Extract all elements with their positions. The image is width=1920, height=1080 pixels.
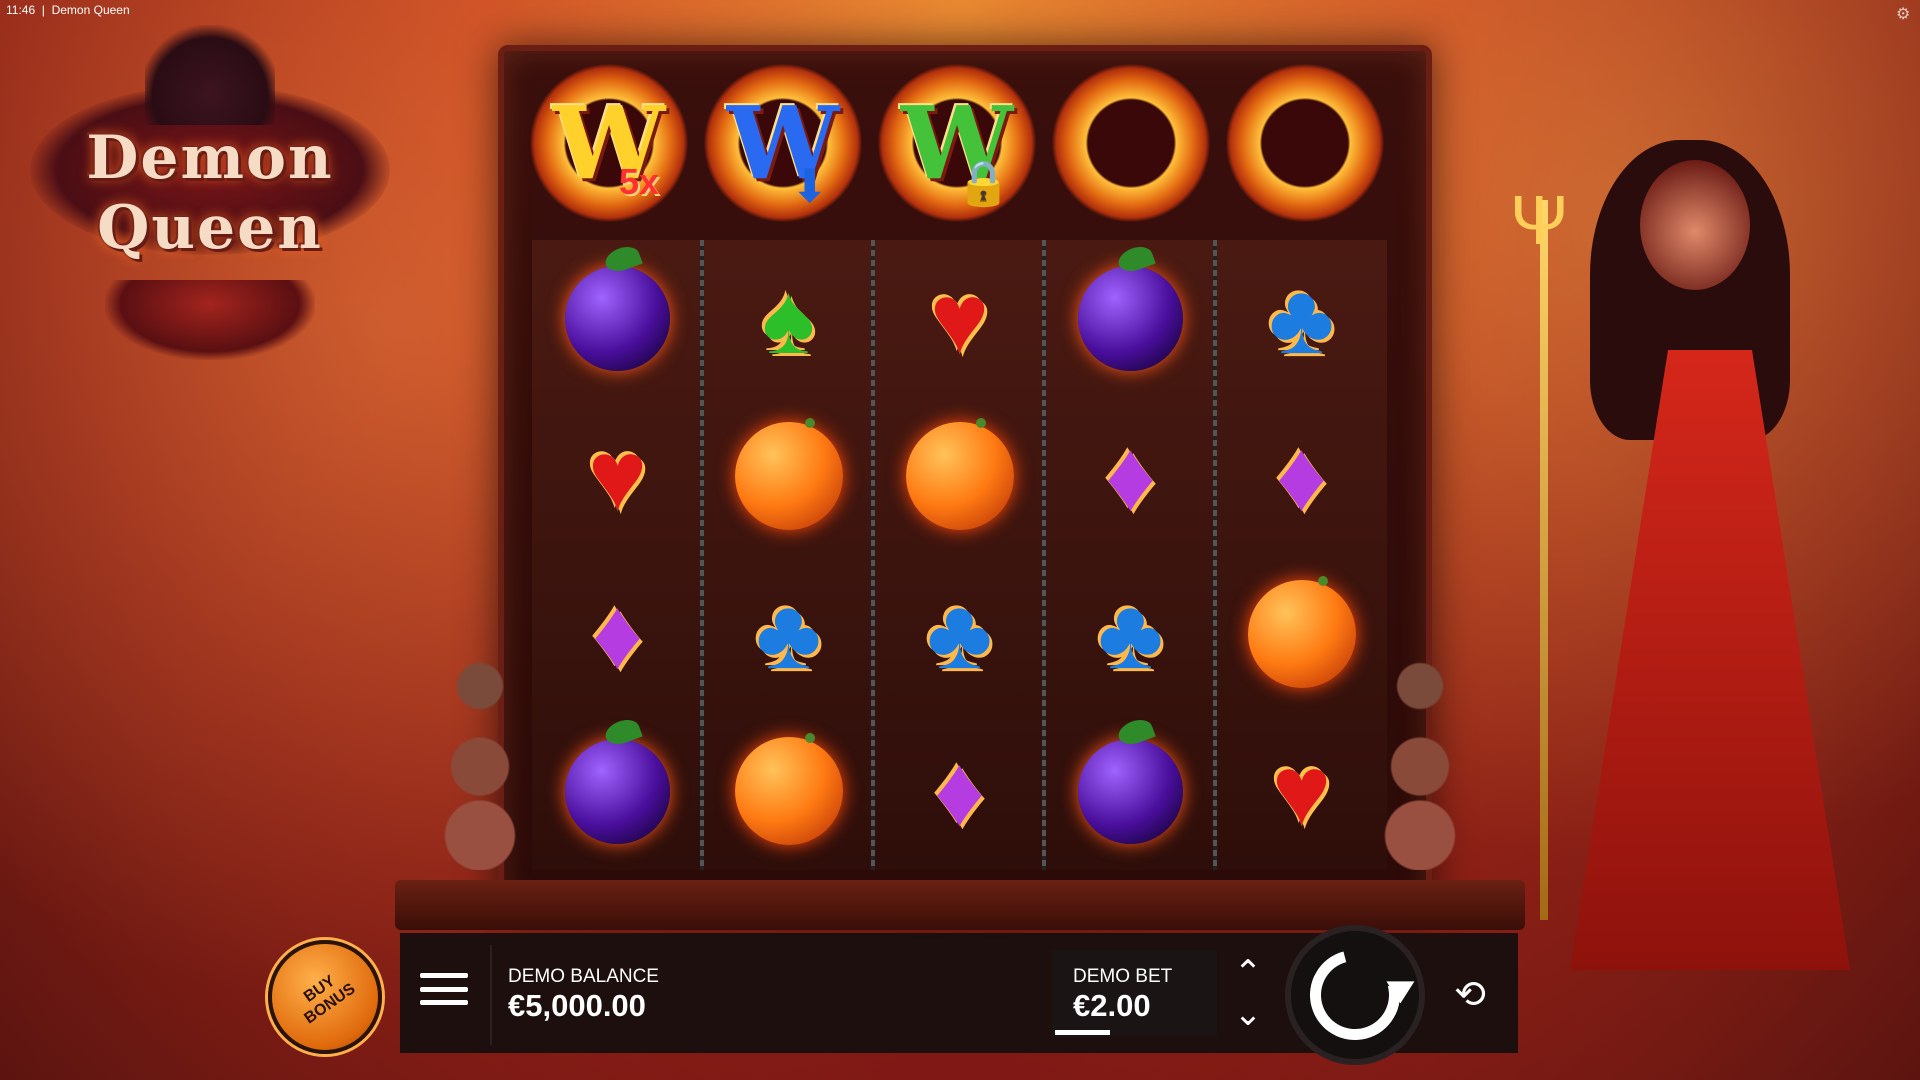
diamond-icon: ♦ [591, 577, 644, 690]
balance-label: DEMO BALANCE [508, 966, 659, 987]
plum-icon [1078, 266, 1183, 372]
orange-icon [905, 418, 1014, 531]
heart-icon: ♥ [587, 420, 648, 533]
queen-dress [1570, 350, 1850, 970]
orange-icon [734, 733, 843, 846]
chevron-down-icon[interactable]: ⌄ [1228, 996, 1268, 1032]
logo-demon-head [145, 25, 275, 125]
reel-cell: ♣ [1045, 555, 1216, 713]
reel-cell [1045, 713, 1216, 871]
skull-pile-right [1370, 640, 1470, 870]
wild-slot [1044, 55, 1218, 230]
bet-label: DEMO BET [1073, 966, 1173, 987]
heart-icon: ♥ [1271, 735, 1332, 848]
reel-chain-divider [1042, 240, 1046, 870]
plum-icon [565, 738, 670, 844]
logo-text-line2: Queen [97, 193, 323, 263]
wild-slot: W ⬇ [696, 55, 870, 230]
status-time: 11:46 [6, 3, 36, 17]
bet-value: €2.00 [1073, 988, 1151, 1023]
reel-cell [1216, 555, 1387, 713]
spin-arrow-icon [1293, 933, 1417, 1057]
club-icon: ♣ [1097, 577, 1164, 690]
wild-slot [1218, 55, 1392, 230]
trident-icon: Ψ [1510, 181, 1569, 259]
reel-cell: ♠ [703, 240, 874, 398]
reel-cell [532, 713, 703, 871]
wild-slot: W 🔒 [870, 55, 1044, 230]
reel-cell [703, 713, 874, 871]
bet-indicator [1055, 1030, 1110, 1035]
reel-cell: ♦ [1045, 398, 1216, 556]
diamond-icon: ♦ [933, 735, 986, 848]
reel-cell [703, 398, 874, 556]
status-title: Demon Queen [51, 3, 130, 17]
reel-cell [874, 398, 1045, 556]
reel-chain-divider [1213, 240, 1217, 870]
reel-cell: ♣ [874, 555, 1045, 713]
reel-cell: ♣ [1216, 240, 1387, 398]
control-divider [490, 945, 492, 1045]
buy-bonus-button[interactable]: BUY BONUS [268, 940, 382, 1054]
fire-ring-icon [1225, 62, 1385, 223]
reel-cell: ♦ [1216, 398, 1387, 556]
reel-cell [532, 240, 703, 398]
plum-icon [1078, 738, 1183, 844]
heart-icon: ♥ [929, 262, 990, 375]
hamburger-menu-icon[interactable] [420, 965, 468, 1013]
reel-cell: ♣ [703, 555, 874, 713]
wild-multiplier: 5x [618, 160, 659, 202]
reel-chain-divider [700, 240, 704, 870]
fire-ring-icon: W ⬇ [703, 62, 863, 223]
chevron-up-icon[interactable]: ⌃ [1228, 955, 1268, 991]
spin-button[interactable] [1285, 925, 1425, 1065]
reel-base [395, 880, 1525, 930]
arrow-down-icon: ⬇ [790, 159, 829, 212]
reel-cell: ♥ [1216, 713, 1387, 871]
reel-grid: ♠ ♥ ♣ ♥ ♦ ♦ ♦ ♣ ♣ ♣ ♦ ♥ [532, 240, 1387, 870]
reel-cell: ♦ [532, 555, 703, 713]
balance-value: €5,000.00 [508, 988, 646, 1023]
plum-icon [565, 266, 670, 372]
reel-chain-divider [871, 240, 875, 870]
trident-staff [1540, 200, 1548, 920]
orange-icon [734, 418, 843, 531]
diamond-icon: ♦ [1104, 420, 1157, 533]
logo-bat-emblem [105, 280, 315, 360]
spade-icon: ♠ [761, 262, 816, 375]
status-bar: 11:46 | Demon Queen [6, 3, 130, 17]
skull-pile-left [430, 640, 530, 870]
reel-cell [1045, 240, 1216, 398]
wild-slot: W 5x [522, 55, 696, 230]
reel-cell: ♥ [532, 398, 703, 556]
fire-ring-icon [1051, 62, 1211, 223]
club-icon: ♣ [926, 577, 993, 690]
demon-queen-character: Ψ [1500, 120, 1880, 1000]
lock-icon: 🔒 [956, 158, 1011, 208]
fire-ring-icon: W 🔒 [877, 62, 1037, 223]
autoplay-icon[interactable]: ⟲ [1445, 970, 1495, 1020]
fire-ring-icon: W 5x [529, 62, 689, 223]
logo-text-line1: Demon [86, 123, 334, 193]
game-logo: Demon Queen [30, 25, 390, 360]
club-icon: ♣ [755, 577, 822, 690]
settings-icon[interactable]: ⚙ [1896, 4, 1914, 23]
diamond-icon: ♦ [1275, 420, 1328, 533]
club-icon: ♣ [1268, 262, 1335, 375]
wild-row: W 5x W ⬇ W 🔒 [522, 55, 1392, 230]
reel-cell: ♥ [874, 240, 1045, 398]
orange-icon [1247, 575, 1356, 688]
reel-cell: ♦ [874, 713, 1045, 871]
queen-head [1640, 160, 1750, 290]
buy-bonus-label: BUY BONUS [301, 972, 359, 1028]
